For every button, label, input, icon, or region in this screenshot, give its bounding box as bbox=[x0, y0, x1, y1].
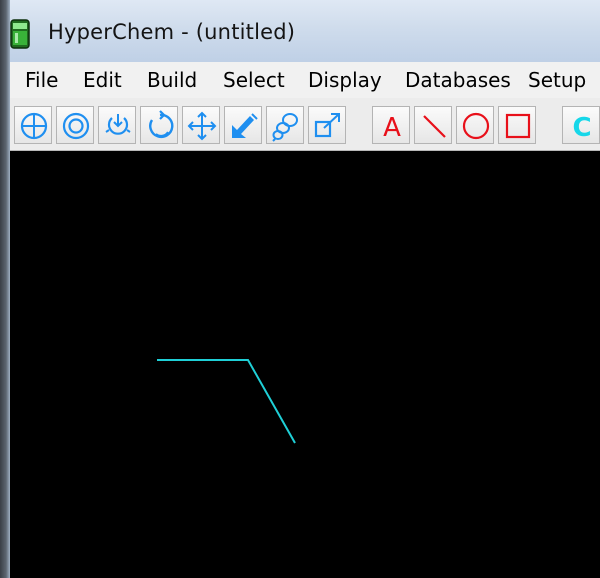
draw-tool-button[interactable] bbox=[14, 106, 52, 144]
four-arrows-icon bbox=[187, 111, 217, 141]
letter-a-icon: A bbox=[383, 113, 401, 142]
circle-icon bbox=[462, 112, 490, 140]
clip-box-icon bbox=[314, 113, 340, 138]
zoom-tool-button[interactable] bbox=[266, 106, 304, 144]
translate-z-tool-button[interactable] bbox=[224, 106, 262, 144]
line-annotation-tool-button[interactable] bbox=[414, 106, 452, 144]
bond-lines[interactable] bbox=[157, 359, 296, 444]
window-title: HyperChem - (untitled) bbox=[48, 20, 296, 44]
magnifier-zoom-icon bbox=[272, 113, 298, 142]
diagonal-arrow-icon bbox=[232, 113, 258, 138]
molecule-drawing bbox=[157, 359, 296, 444]
clip-tool-button[interactable] bbox=[308, 106, 346, 144]
menu-databases[interactable]: Databases bbox=[405, 68, 511, 92]
hyperchem-app-icon[interactable] bbox=[9, 18, 31, 50]
letter-c-icon: C bbox=[572, 113, 591, 142]
menu-file[interactable]: File bbox=[25, 68, 58, 92]
text-annotation-tool-button[interactable]: A bbox=[372, 106, 410, 144]
molecule-workspace-canvas[interactable] bbox=[10, 151, 600, 578]
rotate-xy-icon bbox=[105, 114, 131, 135]
menu-select[interactable]: Select bbox=[223, 68, 285, 92]
title-bar[interactable]: HyperChem - (untitled) bbox=[0, 0, 600, 578]
rotate-z-tool-button[interactable] bbox=[140, 106, 178, 144]
menu-build[interactable]: Build bbox=[147, 68, 197, 92]
translate-xy-tool-button[interactable] bbox=[182, 106, 220, 144]
element-carbon-tool-button[interactable]: C bbox=[562, 106, 600, 144]
crosshair-circle-icon bbox=[20, 112, 48, 140]
ellipse-annotation-tool-button[interactable] bbox=[456, 106, 494, 144]
toolbar: A C bbox=[10, 98, 600, 151]
menu-setup[interactable]: Setup bbox=[528, 68, 586, 92]
svg-text:A: A bbox=[383, 113, 401, 142]
menu-display[interactable]: Display bbox=[308, 68, 382, 92]
rotate-z-icon bbox=[149, 110, 174, 139]
menu-bar: File Edit Build Select Display Databases… bbox=[10, 62, 600, 99]
window-frame bbox=[0, 0, 10, 578]
square-icon bbox=[505, 113, 531, 139]
double-circle-icon bbox=[62, 112, 90, 140]
rotate-xy-tool-button[interactable] bbox=[98, 106, 136, 144]
svg-text:C: C bbox=[572, 113, 591, 142]
rectangle-annotation-tool-button[interactable] bbox=[498, 106, 536, 144]
menu-edit[interactable]: Edit bbox=[83, 68, 122, 92]
line-icon bbox=[423, 115, 446, 138]
hyperchem-window: HyperChem - (untitled) File Edit Build S… bbox=[0, 0, 600, 578]
select-tool-button[interactable] bbox=[56, 106, 94, 144]
